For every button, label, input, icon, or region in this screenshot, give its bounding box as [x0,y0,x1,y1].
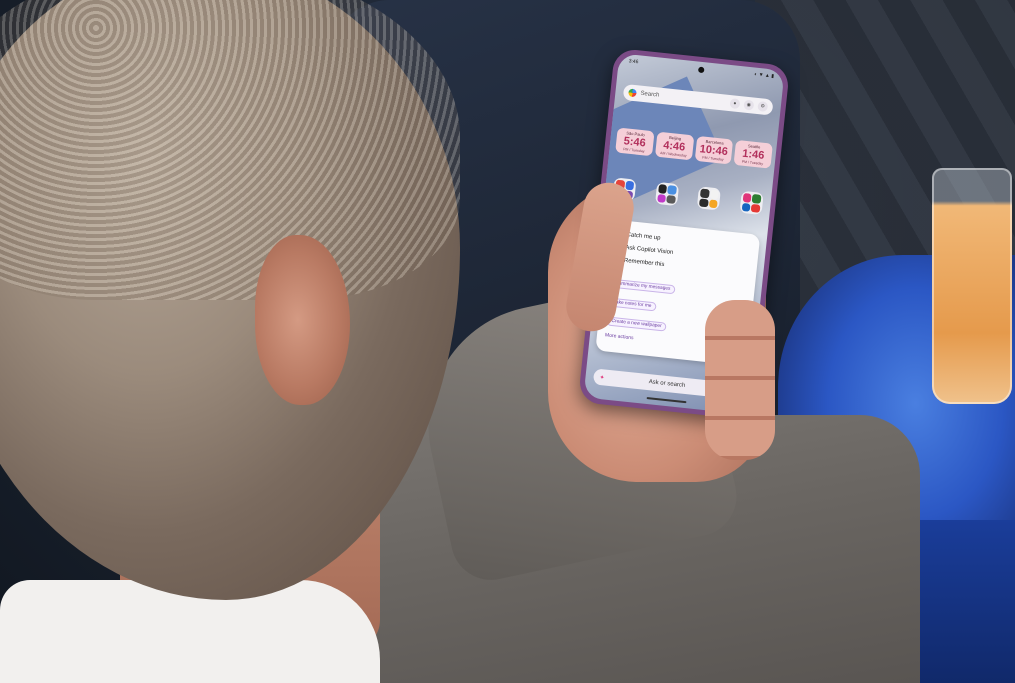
app-folder[interactable] [697,186,722,211]
gesture-bar[interactable] [646,397,687,404]
suggestion-chip[interactable]: Create a new wallpaper [606,316,668,332]
clock-seattle[interactable]: Seattle 1:46 PM / Tuesday [733,139,773,169]
google-icon [628,88,637,98]
hair [0,0,460,300]
mic-icon[interactable]: ● [729,98,741,110]
lens-icon[interactable]: ◉ [743,99,755,111]
clock-barcelona[interactable]: Barcelona 10:46 PM / Tuesday [694,135,734,165]
menu-item-label: Remember this [623,257,665,268]
menu-item-label: Catch me up [626,231,661,242]
status-icons: ◐ ▼ ▲ ▮ [753,71,775,80]
status-time: 3:46 [628,58,639,66]
app-folder-row [612,177,764,215]
ask-bar-label: Ask or search [648,379,686,389]
photo-scene: 3:46 ◐ ▼ ▲ ▮ Search ● ◉ ⚙ São Paulo 5:46… [0,0,1015,683]
juice-glass [932,168,1012,404]
app-folder[interactable] [654,181,679,207]
settings-icon[interactable]: ⚙ [757,101,769,113]
copilot-small-icon: ✦ [599,374,605,381]
fingers [705,300,775,460]
app-folder[interactable] [739,190,764,215]
clock-sao-paulo[interactable]: São Paulo 5:46 PM / Tuesday [615,127,655,157]
clock-beijing[interactable]: Beijing 4:46 AM / Wednesday [654,131,694,161]
